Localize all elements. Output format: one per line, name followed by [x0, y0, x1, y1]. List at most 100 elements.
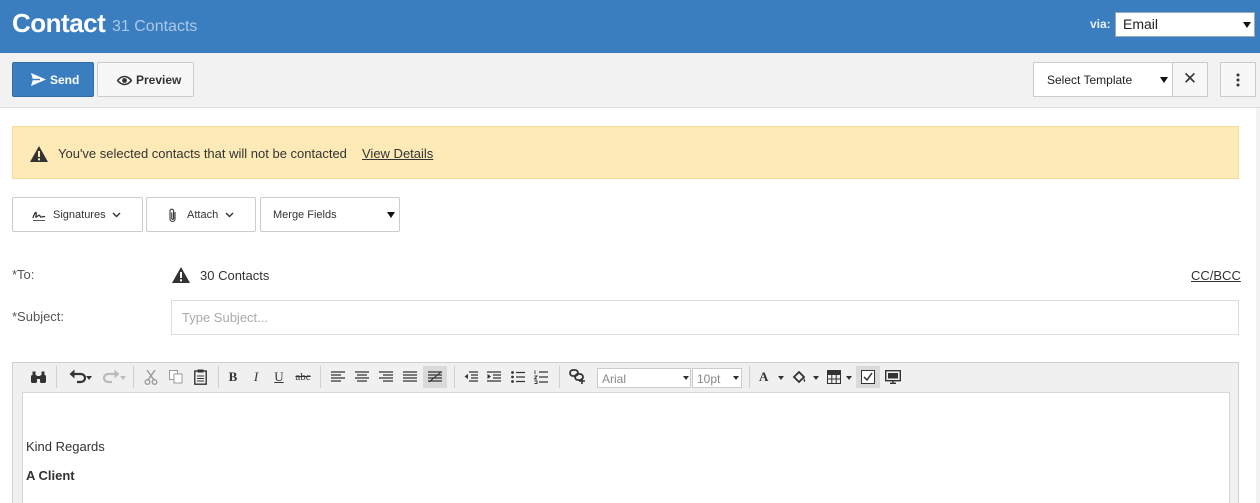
chevron-down-icon — [733, 376, 739, 380]
toolbar-separator — [749, 366, 750, 388]
preview-html-button[interactable] — [881, 366, 905, 388]
italic-button[interactable]: I — [246, 366, 266, 388]
warning-triangle-icon — [172, 267, 190, 283]
redo-icon — [102, 369, 119, 384]
strikethrough-button[interactable]: abc — [292, 366, 314, 388]
merge-fields-label: Merge Fields — [273, 209, 337, 221]
body-line: Kind Regards — [26, 439, 105, 454]
chevron-down-icon — [225, 212, 234, 218]
link-icon — [568, 369, 585, 384]
to-label: *To: — [12, 267, 35, 282]
chevron-down-icon — [112, 212, 121, 218]
paperclip-icon — [169, 208, 176, 223]
more-options-button[interactable] — [1220, 62, 1256, 97]
alert-message: You've selected contacts that will not b… — [58, 146, 347, 161]
action-toolbar: Send Preview Select Template ✕ — [0, 53, 1260, 108]
preview-label: Preview — [136, 73, 182, 87]
align-center-icon — [355, 371, 369, 382]
template-select-value: Select Template — [1047, 73, 1133, 87]
indent-icon — [487, 371, 501, 382]
contact-count: 31 Contacts — [112, 18, 198, 35]
justify-button[interactable] — [399, 366, 421, 388]
undo-icon — [69, 369, 86, 384]
page-scrollbar[interactable] — [1256, 108, 1260, 503]
copy-icon — [169, 370, 183, 384]
vertical-ellipsis-icon — [1236, 73, 1240, 87]
background-color-button[interactable] — [790, 366, 820, 388]
send-button[interactable]: Send — [12, 62, 94, 97]
warning-triangle-icon — [30, 146, 48, 162]
page-title: Contact — [12, 8, 106, 38]
underline-button[interactable]: U — [269, 366, 289, 388]
signature-icon — [32, 211, 46, 221]
font-size-value: 10pt — [697, 372, 721, 386]
chevron-down-icon — [86, 376, 92, 380]
close-icon: ✕ — [1182, 69, 1198, 88]
template-select[interactable]: Select Template — [1033, 62, 1173, 97]
editor-toolbar: B I U abc Arial 10pt A — [13, 363, 1238, 392]
numbered-list-button[interactable] — [530, 366, 552, 388]
outdent-button[interactable] — [460, 366, 482, 388]
find-replace-button[interactable] — [27, 366, 49, 388]
monitor-icon — [884, 369, 902, 384]
align-center-button[interactable] — [351, 366, 373, 388]
toolbar-separator — [56, 366, 57, 388]
preview-button[interactable]: Preview — [97, 62, 194, 97]
text-color-icon: A — [759, 369, 769, 384]
undo-button[interactable] — [61, 366, 93, 388]
justify-icon — [403, 371, 417, 382]
clear-template-button[interactable]: ✕ — [1172, 62, 1208, 97]
attach-label: Attach — [187, 209, 219, 221]
rich-text-editor: B I U abc Arial 10pt A Kind Regards A Cl… — [12, 362, 1239, 503]
chevron-down-icon — [813, 376, 819, 380]
no-alignment-button[interactable] — [423, 366, 447, 388]
paste-button[interactable] — [189, 366, 211, 388]
subject-input[interactable] — [171, 300, 1239, 335]
send-label: Send — [50, 73, 80, 87]
toolbar-separator — [559, 366, 560, 388]
indent-button[interactable] — [483, 366, 505, 388]
chevron-down-icon — [1243, 22, 1251, 28]
view-details-link[interactable]: View Details — [362, 146, 433, 161]
signatures-label: Signatures — [53, 209, 106, 221]
toolbar-separator — [320, 366, 321, 388]
numbered-list-icon — [533, 370, 548, 384]
merge-fields-select[interactable]: Merge Fields — [260, 197, 400, 232]
paper-plane-icon — [31, 73, 46, 86]
chevron-down-icon — [387, 212, 395, 218]
chevron-down-icon — [683, 376, 689, 380]
cc-bcc-link[interactable]: CC/BCC — [1191, 268, 1241, 283]
eye-icon — [117, 75, 132, 86]
insert-table-button[interactable] — [824, 366, 854, 388]
editor-content[interactable]: Kind Regards A Client — [22, 392, 1230, 503]
subject-label: *Subject: — [12, 309, 65, 324]
show-blocks-icon — [861, 370, 875, 384]
redo-button[interactable] — [95, 366, 127, 388]
toolbar-separator — [133, 366, 134, 388]
cut-button[interactable] — [140, 366, 162, 388]
via-select-value: Email — [1123, 16, 1159, 32]
insert-link-button[interactable] — [565, 366, 589, 388]
chevron-down-icon — [778, 376, 784, 380]
align-right-button[interactable] — [375, 366, 397, 388]
bullet-list-icon — [511, 371, 525, 383]
app-header: Contact 31 Contacts via: Email — [0, 0, 1260, 53]
to-recipients[interactable]: 30 Contacts — [200, 268, 269, 283]
align-left-button[interactable] — [327, 366, 349, 388]
show-blocks-button[interactable] — [856, 366, 880, 388]
text-color-button[interactable]: A — [756, 366, 784, 388]
binoculars-icon — [30, 371, 46, 383]
bullet-list-button[interactable] — [507, 366, 529, 388]
chevron-down-icon — [120, 376, 126, 380]
bold-button[interactable]: B — [223, 366, 243, 388]
attach-button[interactable]: Attach — [146, 197, 256, 232]
no-alignment-icon — [428, 371, 442, 383]
font-family-select[interactable]: Arial — [597, 368, 691, 388]
signatures-button[interactable]: Signatures — [12, 197, 143, 232]
font-size-select[interactable]: 10pt — [692, 368, 742, 388]
toolbar-separator — [218, 366, 219, 388]
copy-button[interactable] — [165, 366, 187, 388]
chevron-down-icon — [1160, 77, 1168, 83]
table-icon — [827, 370, 841, 384]
via-select[interactable]: Email — [1115, 12, 1255, 37]
